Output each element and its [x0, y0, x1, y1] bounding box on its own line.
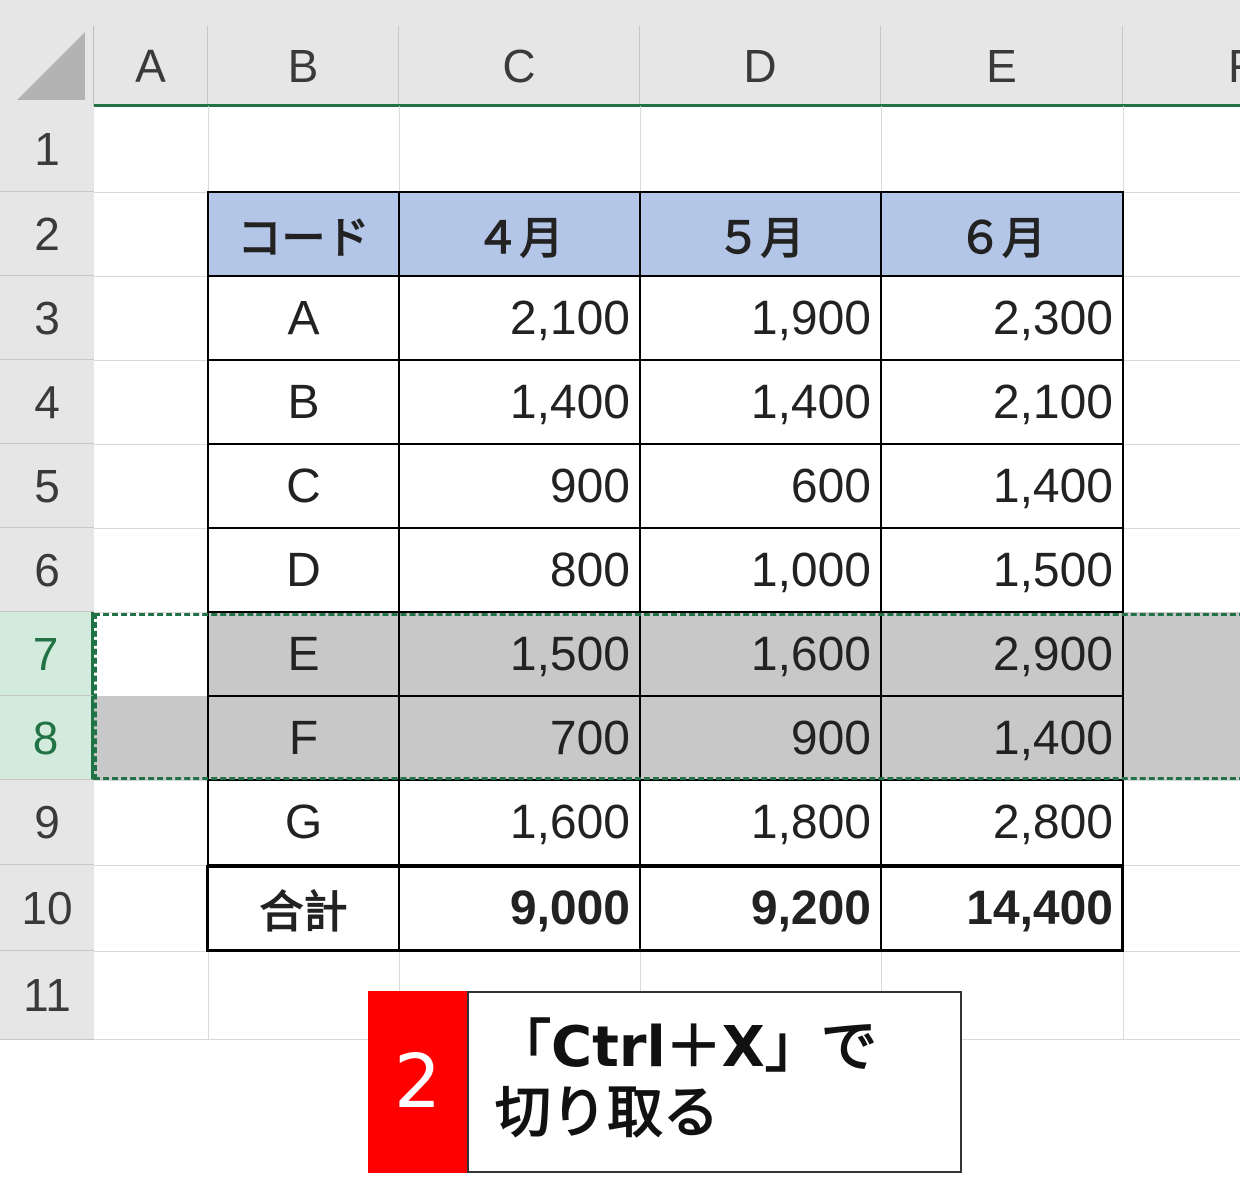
step-number-badge: 2 — [368, 991, 467, 1173]
cell-b4[interactable]: B — [208, 360, 399, 444]
cell-c3[interactable]: 2,100 — [399, 276, 640, 360]
callout-line-1: 「Ctrl＋X」で — [495, 1015, 877, 1080]
column-header-c[interactable]: C — [399, 26, 640, 106]
cell-d3[interactable]: 1,900 — [640, 276, 881, 360]
select-all-triangle-icon — [17, 32, 85, 100]
row-header-3[interactable]: 3 — [0, 276, 94, 360]
row-header-11[interactable]: 11 — [0, 951, 94, 1040]
cell-e5[interactable]: 1,400 — [881, 444, 1123, 528]
cell-b3[interactable]: A — [208, 276, 399, 360]
cell-c10[interactable]: 9,000 — [399, 865, 640, 951]
cell-e3[interactable]: 2,300 — [881, 276, 1123, 360]
cell-d6[interactable]: 1,000 — [640, 528, 881, 612]
callout-line-2: 切り取る — [495, 1081, 719, 1146]
cell-b9[interactable]: G — [208, 780, 399, 865]
column-header-f[interactable]: F — [1123, 26, 1240, 106]
cell-c9[interactable]: 1,600 — [399, 780, 640, 865]
cell-b6[interactable]: D — [208, 528, 399, 612]
cell-c4[interactable]: 1,400 — [399, 360, 640, 444]
instruction-callout: 「Ctrl＋X」で 切り取る — [467, 991, 962, 1173]
row-header-5[interactable]: 5 — [0, 444, 94, 528]
column-header-b[interactable]: B — [208, 26, 399, 106]
cell-e10[interactable]: 14,400 — [881, 865, 1123, 951]
cell-b2[interactable]: コード — [208, 192, 399, 276]
cell-e6[interactable]: 1,500 — [881, 528, 1123, 612]
cell-c5[interactable]: 900 — [399, 444, 640, 528]
cell-d2[interactable]: ５月 — [640, 192, 881, 276]
cell-e4[interactable]: 2,100 — [881, 360, 1123, 444]
cell-e9[interactable]: 2,800 — [881, 780, 1123, 865]
column-header-d[interactable]: D — [640, 26, 881, 106]
row-header-6[interactable]: 6 — [0, 528, 94, 612]
row-header-4[interactable]: 4 — [0, 360, 94, 444]
cell-b10[interactable]: 合計 — [208, 865, 399, 951]
column-header-e[interactable]: E — [881, 26, 1123, 106]
row-header-8[interactable]: 8 — [0, 696, 94, 780]
toolbar-strip — [0, 0, 1240, 26]
cell-d4[interactable]: 1,400 — [640, 360, 881, 444]
cell-e2[interactable]: ６月 — [881, 192, 1123, 276]
row-header-10[interactable]: 10 — [0, 865, 94, 951]
cut-selection-marquee — [94, 613, 1240, 780]
cell-c6[interactable]: 800 — [399, 528, 640, 612]
cell-b5[interactable]: C — [208, 444, 399, 528]
cell-d9[interactable]: 1,800 — [640, 780, 881, 865]
row-header-7[interactable]: 7 — [0, 612, 94, 696]
column-header-a[interactable]: A — [94, 26, 208, 106]
cell-d10[interactable]: 9,200 — [640, 865, 881, 951]
select-all-button[interactable] — [0, 26, 94, 106]
row-header-2[interactable]: 2 — [0, 192, 94, 276]
row-header-1[interactable]: 1 — [0, 106, 94, 192]
cell-d5[interactable]: 600 — [640, 444, 881, 528]
cell-c2[interactable]: ４月 — [399, 192, 640, 276]
row-header-9[interactable]: 9 — [0, 780, 94, 865]
